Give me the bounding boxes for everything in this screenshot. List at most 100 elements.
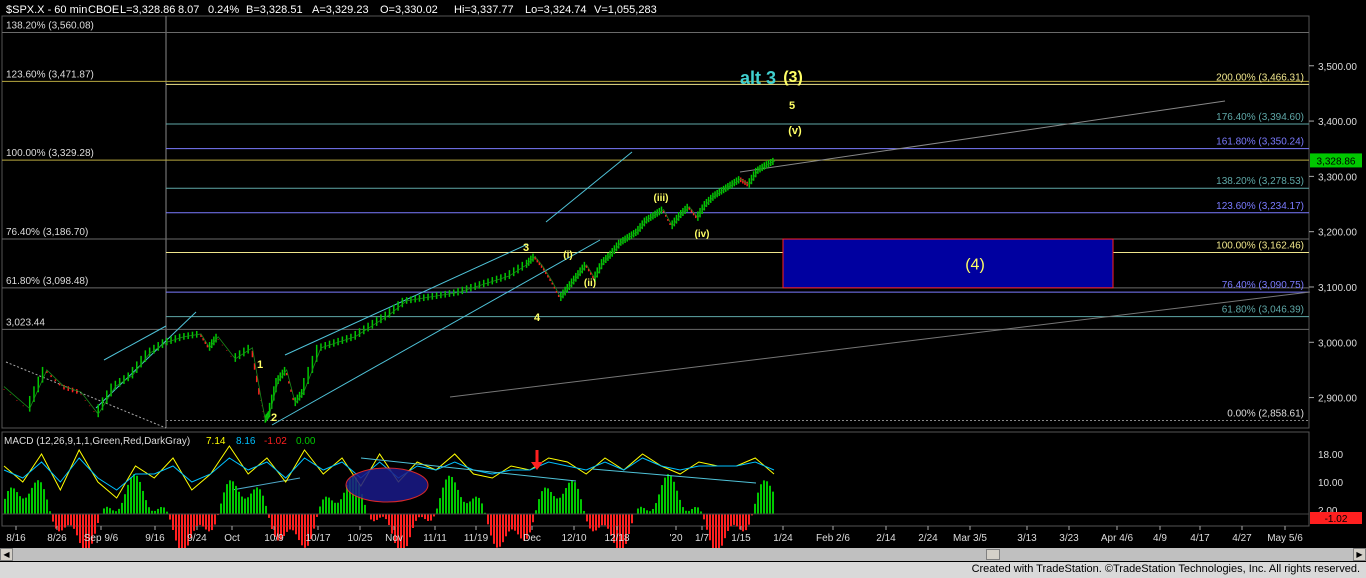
macd-hist-bar (514, 514, 516, 531)
macd-hist-bar (250, 493, 252, 514)
macd-hist-bar (733, 514, 735, 525)
macd-hist-bar (709, 514, 711, 541)
header-low: Lo=3,324.74 (525, 4, 586, 16)
macd-hist-bar (676, 490, 678, 514)
macd-hist-bar (475, 496, 477, 514)
y-axis-label: 3,000.00 (1318, 338, 1357, 349)
macd-hist-bar (508, 514, 510, 532)
arrow-left-icon[interactable]: ◀ (0, 548, 13, 561)
x-axis-label: 1/24 (773, 533, 793, 544)
x-axis-label: Oct (224, 533, 240, 544)
macd-hist-bar (610, 514, 612, 536)
macd-hist-bar (658, 494, 660, 514)
macd-hist-bar (748, 514, 750, 525)
macd-hist-bar (334, 502, 336, 514)
macd-hist-bar (319, 506, 321, 514)
header-last: L=3,328.86 (120, 4, 175, 16)
macd-hist-bar (772, 491, 774, 514)
macd-hist-bar (232, 481, 234, 514)
y-axis-label: 3,400.00 (1318, 117, 1357, 128)
macd-hist-bar (724, 514, 726, 539)
fib-label-left: 76.40% (3,186.70) (6, 227, 88, 238)
macd-hist-bar (415, 514, 417, 521)
fib-label-left: 100.00% (3,329.28) (6, 148, 94, 159)
macd-hist-bar (691, 508, 693, 514)
macd-hist-bar (487, 514, 489, 525)
macd-hist-bar (478, 497, 480, 514)
header-high: Hi=3,337.77 (454, 4, 514, 16)
macd-hist-bar (535, 510, 537, 514)
macd-hist-bar (241, 496, 243, 514)
macd-hist-bar (328, 497, 330, 514)
macd-hist-bar (406, 514, 408, 547)
macd-hist-bar (388, 514, 390, 526)
macd-last-label: -1.02 (1325, 514, 1348, 525)
macd-hist-bar (769, 485, 771, 514)
y-axis-label: 3,500.00 (1318, 62, 1357, 73)
macd-hist-bar (670, 475, 672, 514)
horizontal-scrollbar[interactable]: ◀ ▶ (0, 548, 1366, 561)
macd-hist-bar (574, 482, 576, 514)
arrow-right-icon[interactable]: ▶ (1353, 548, 1366, 561)
macd-hist-bar (256, 487, 258, 514)
fib-label-left: 123.60% (3,471.87) (6, 69, 94, 80)
target-zone-label: (4) (965, 256, 985, 273)
macd-hist-bar (544, 487, 546, 514)
chart-canvas[interactable]: 138.20% (3,560.08) 123.60% (3,471.87) 100.… (0, 0, 1366, 554)
wave-label: alt 3 (740, 68, 776, 88)
header-open: O=3,330.02 (380, 4, 438, 16)
macd-hist-bar (142, 490, 144, 514)
macd-hist-bar (589, 514, 591, 529)
macd-hist-bar (214, 514, 216, 525)
macd-hist-bar (430, 514, 432, 521)
fib-label-left: 61.80% (3,098.48) (6, 276, 88, 287)
wave-label: 1 (257, 359, 263, 371)
macd-hist-bar (442, 487, 444, 514)
wave-label: (iv) (695, 229, 710, 240)
macd-hist-bar (343, 492, 345, 514)
x-axis-label: Sep 9/6 (84, 533, 119, 544)
macd-hist-bar (460, 497, 462, 514)
macd-hist-bar (742, 514, 744, 532)
macd-hist-bar (46, 499, 48, 514)
macd-hist-bar (169, 514, 171, 520)
macd-hist-bar (496, 514, 498, 548)
macd-hist-bar (58, 514, 60, 532)
wave-label: 2 (271, 412, 277, 424)
macd-hist-bar (79, 514, 81, 544)
macd-hist-bar (340, 499, 342, 514)
macd-hist-bar (163, 507, 165, 514)
macd-value: -1.02 (264, 436, 287, 447)
macd-hist-bar (25, 497, 27, 514)
macd-axis-label: 10.00 (1318, 478, 1343, 489)
header-volume: V=1,055,283 (594, 4, 657, 16)
macd-hist-bar (106, 506, 108, 514)
macd-hist-bar (538, 499, 540, 514)
macd-hist-bar (61, 514, 63, 531)
macd-hist-bar (595, 514, 597, 531)
macd-hist-bar (7, 490, 9, 514)
fib-label-right: 176.40% (3,394.60) (1216, 112, 1304, 123)
macd-hist-bar (220, 503, 222, 514)
macd-hist-bar (262, 495, 264, 514)
macd-hist-bar (592, 514, 594, 532)
macd-hist-bar (64, 514, 66, 528)
macd-hist-bar (157, 508, 159, 514)
macd-hist-bar (502, 514, 504, 543)
macd-hist-bar (259, 489, 261, 514)
macd-hist-bar (481, 503, 483, 514)
wave-label: 5 (789, 100, 795, 112)
macd-hist-bar (292, 514, 294, 531)
fib-label-right: 76.40% (3,090.75) (1222, 280, 1304, 291)
macd-hist-bar (562, 493, 564, 514)
macd-hist-bar (376, 514, 378, 520)
macd-hist-bar (532, 514, 534, 523)
macd-hist-bar (706, 514, 708, 530)
x-axis-label: 8/16 (6, 533, 26, 544)
macd-hist-bar (265, 505, 267, 514)
macd-hist-bar (730, 514, 732, 527)
macd-hist-bar (604, 514, 606, 526)
macd-hist-bar (40, 482, 42, 514)
wave-label: (i) (563, 250, 572, 261)
scroll-thumb[interactable] (986, 549, 1000, 560)
